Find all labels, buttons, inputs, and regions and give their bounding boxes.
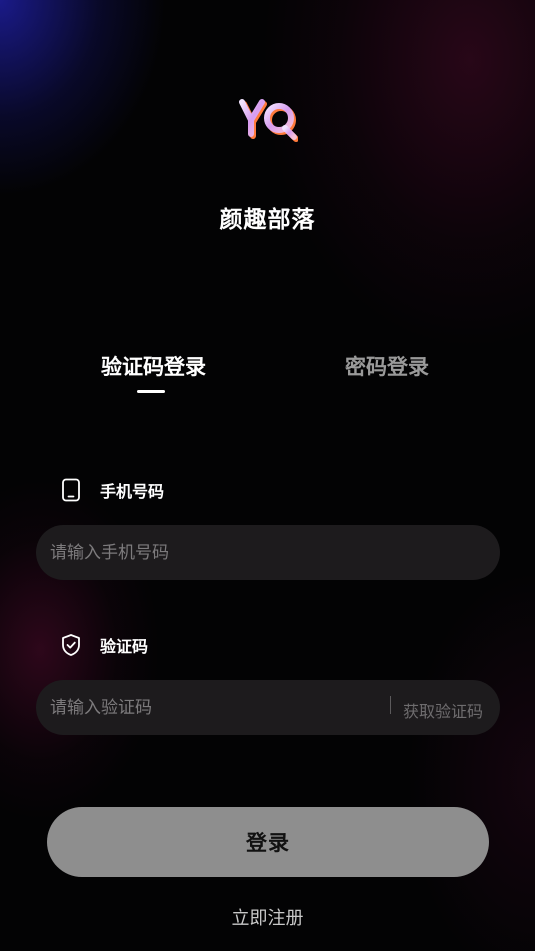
phone-input[interactable]	[50, 525, 480, 580]
tab-sms-login[interactable]: 验证码登录	[101, 351, 206, 381]
phone-field-label: 手机号码	[60, 478, 164, 502]
code-label-text: 验证码	[100, 637, 149, 656]
get-code-button[interactable]: 获取验证码	[403, 698, 483, 722]
verification-code-input[interactable]	[50, 680, 370, 735]
register-link[interactable]: 立即注册	[0, 904, 535, 930]
code-input-container: 获取验证码	[36, 680, 500, 735]
phone-icon	[60, 478, 82, 502]
code-field-label: 验证码	[60, 633, 148, 657]
input-divider	[390, 696, 391, 714]
yq-logo-icon	[239, 99, 299, 142]
tab-password-login[interactable]: 密码登录	[345, 351, 429, 381]
app-name: 颜趣部落	[219, 207, 316, 233]
active-tab-indicator	[137, 390, 165, 393]
shield-check-icon	[60, 633, 82, 657]
phone-input-container	[36, 525, 500, 580]
app-logo	[238, 98, 299, 144]
phone-label-text: 手机号码	[100, 482, 165, 501]
login-button[interactable]: 登录	[47, 807, 489, 877]
